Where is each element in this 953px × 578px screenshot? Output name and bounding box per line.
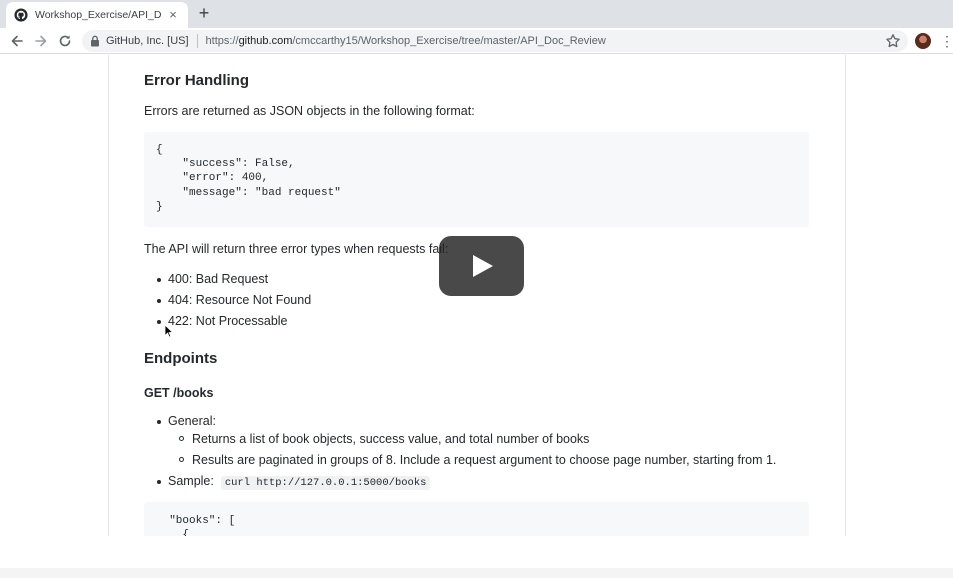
tab-active[interactable]: Workshop_Exercise/API_Doc_Review × <box>6 2 188 28</box>
sub-bullet <box>179 457 184 462</box>
list-item: General: <box>144 414 744 430</box>
list-item: 400: Bad Request <box>144 272 444 288</box>
tab-close-button[interactable]: × <box>166 8 180 22</box>
sample-label: Sample: <box>168 474 214 488</box>
code-line: "success": False, <box>156 158 295 170</box>
list-item-text: Sample: curl http://127.0.0.1:5000/books <box>168 474 431 490</box>
new-tab-button[interactable]: + <box>196 4 212 22</box>
browser-menu-button[interactable]: ⋮ <box>940 33 953 49</box>
url-text[interactable]: https://github.com/cmccarthy15/Workshop_… <box>206 35 606 47</box>
sample-inline-code: curl http://127.0.0.1:5000/books <box>220 476 431 490</box>
forward-arrow-icon[interactable] <box>32 32 50 50</box>
certificate-label[interactable]: GitHub, Inc. [US] <box>106 35 189 47</box>
bullet <box>157 320 161 324</box>
content-left-border <box>108 55 109 536</box>
content-right-border <box>845 55 846 536</box>
bottom-divider <box>0 568 953 578</box>
sub-list-item-text: Results are paginated in groups of 8. In… <box>192 453 777 467</box>
list-item: 404: Resource Not Found <box>144 293 444 309</box>
list-item-text: General: <box>168 414 216 428</box>
list-item-text: 400: Bad Request <box>168 272 269 286</box>
bullet <box>157 278 161 282</box>
heading-get-books: GET /books <box>144 386 214 400</box>
play-button[interactable] <box>439 236 524 296</box>
bullet <box>157 420 161 424</box>
browser-toolbar: GitHub, Inc. [US] https://github.com/cmc… <box>0 28 953 54</box>
list-item: 422: Not Processable <box>144 314 444 330</box>
url-path: /cmccarthy15/Workshop_Exercise/tree/mast… <box>292 35 606 47</box>
heading-endpoints: Endpoints <box>144 350 218 367</box>
heading-error-handling: Error Handling <box>144 72 250 89</box>
github-icon <box>14 8 28 22</box>
error-json-codeblock: { "success": False, "error": 400, "messa… <box>144 132 809 227</box>
code-line: } <box>156 201 163 213</box>
bullet <box>157 299 161 303</box>
code-line: { <box>156 144 163 156</box>
list-item-text: 404: Resource Not Found <box>168 293 312 307</box>
code-line: "error": 400, <box>156 172 269 184</box>
tab-strip: Workshop_Exercise/API_Doc_Review × + <box>0 0 953 28</box>
sub-list-item-text: Returns a list of book objects, success … <box>192 432 590 446</box>
error-types-intro-text: The API will return three error types wh… <box>144 242 449 256</box>
address-separator <box>196 34 198 48</box>
profile-avatar[interactable] <box>915 33 931 49</box>
sub-bullet <box>179 436 184 441</box>
lock-icon <box>91 35 99 47</box>
cursor-icon <box>164 324 174 338</box>
code-line: "books": [ <box>156 515 236 527</box>
back-arrow-icon[interactable] <box>8 32 26 50</box>
browser-window: Workshop_Exercise/API_Doc_Review × + Git… <box>0 0 953 578</box>
address-bar[interactable]: GitHub, Inc. [US] https://github.com/cmc… <box>82 30 908 52</box>
sub-list-item: Returns a list of book objects, success … <box>144 432 784 448</box>
bottom-band <box>0 536 953 578</box>
play-icon <box>473 255 493 277</box>
error-intro-text: Errors are returned as JSON objects in t… <box>144 104 475 118</box>
list-item: Sample: curl http://127.0.0.1:5000/books <box>144 474 744 492</box>
reload-icon[interactable] <box>56 32 74 50</box>
sub-list-item: Results are paginated in groups of 8. In… <box>144 453 784 469</box>
list-item-text: 422: Not Processable <box>168 314 288 328</box>
code-line: { <box>156 529 190 536</box>
star-icon[interactable] <box>885 33 901 49</box>
url-host: github.com <box>238 35 293 47</box>
code-line: "message": "bad request" <box>156 187 341 199</box>
url-scheme: https:// <box>205 35 239 47</box>
books-json-codeblock: "books": [ { <box>144 502 809 536</box>
bullet <box>157 480 161 484</box>
tab-title: Workshop_Exercise/API_Doc_Review <box>35 9 162 21</box>
